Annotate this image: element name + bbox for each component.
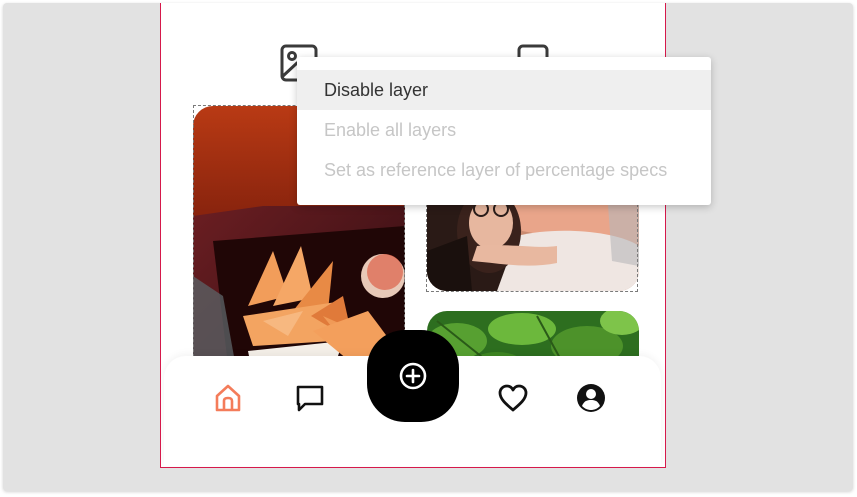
chat-icon[interactable] [294, 382, 326, 414]
menu-item-disable-layer[interactable]: Disable layer [297, 70, 711, 110]
woman-with-glasses-photo[interactable] [427, 191, 639, 291]
add-circle-icon [399, 362, 427, 390]
menu-item-enable-all-layers[interactable]: Enable all layers [297, 110, 711, 150]
design-canvas: Disable layer Enable all layers Set as r… [3, 3, 853, 491]
context-menu: Disable layer Enable all layers Set as r… [297, 57, 711, 205]
add-button[interactable] [367, 330, 459, 422]
home-icon[interactable] [212, 382, 244, 414]
menu-item-set-reference-layer[interactable]: Set as reference layer of percentage spe… [297, 150, 711, 190]
heart-icon[interactable] [497, 382, 529, 414]
account-circle-icon[interactable] [575, 382, 607, 414]
